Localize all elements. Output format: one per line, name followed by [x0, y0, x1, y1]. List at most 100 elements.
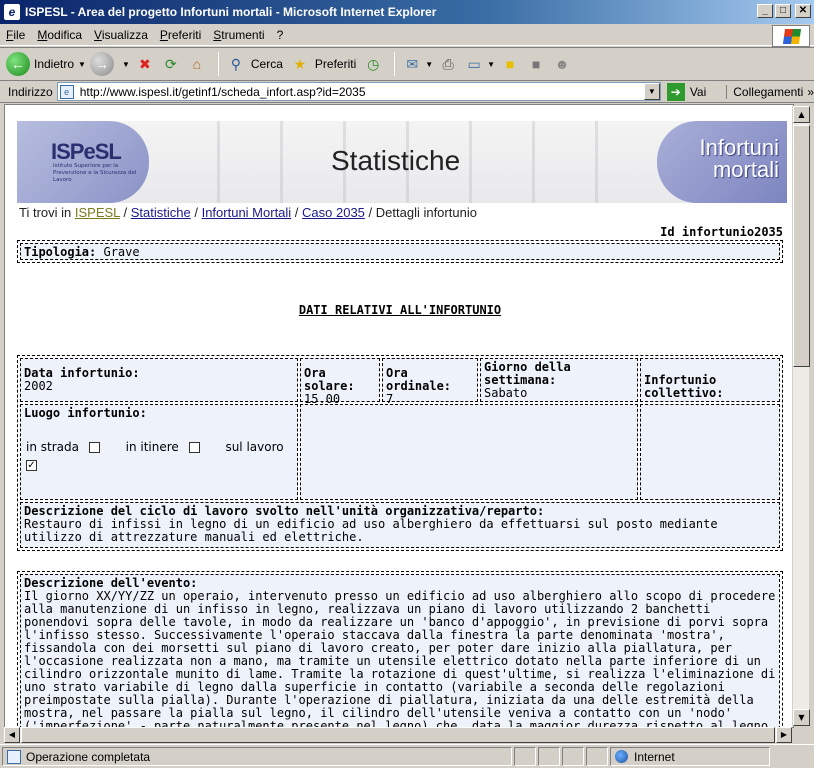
scroll-up-arrow-icon[interactable]: ▲ [793, 106, 810, 123]
search-icon: ⚲ [230, 56, 241, 72]
scroll-right-arrow-icon[interactable]: ▶ [776, 727, 792, 743]
status-slot [586, 747, 608, 766]
giorno-cell: Giorno della settimana: Sabato [480, 358, 638, 402]
menu-preferiti[interactable]: Preferiti [160, 28, 201, 42]
luogo-strada-label: in strada [26, 440, 79, 454]
forward-dropdown-icon[interactable]: ▼ [122, 60, 130, 69]
badge-line-2: mortali [712, 157, 779, 182]
horizontal-scroll-thumb[interactable] [21, 727, 775, 743]
scroll-left-arrow-icon[interactable]: ◀ [4, 727, 20, 743]
research-icon[interactable]: ■ [525, 53, 547, 75]
menu-file[interactable]: File [6, 28, 25, 42]
status-message: Operazione completata [2, 747, 512, 766]
mail-icon[interactable]: ✉ [401, 53, 423, 75]
ie-app-icon[interactable]: e [4, 4, 20, 20]
data-infortunio-value: 2002 [24, 379, 53, 393]
home-icon[interactable]: ⌂ [186, 53, 208, 75]
maximize-button[interactable]: □ [775, 4, 791, 18]
address-label: Indirizzo [8, 84, 53, 99]
ora-ordinale-label: Ora ordinale: [386, 366, 452, 393]
mail-dropdown-icon[interactable]: ▼ [425, 60, 433, 69]
ciclo-lavoro-value: Restauro di infissi in legno di un edifi… [24, 517, 718, 544]
logo-text: ISPeSL [51, 139, 122, 164]
address-dropdown-icon[interactable]: ▼ [643, 83, 660, 100]
breadcrumb-link-infortuni[interactable]: Infortuni Mortali [202, 205, 292, 220]
collettivo-label: Infortunio collettivo: [644, 373, 724, 400]
breadcrumb-link-ispesl[interactable]: ISPESL [75, 205, 120, 220]
messenger-icon[interactable]: ☻ [551, 53, 573, 75]
edit-icon[interactable]: ▭ [463, 53, 485, 75]
banner-title: Statistiche [331, 145, 461, 176]
luogo-strada-checkbox[interactable] [88, 442, 100, 453]
infortuni-badge: Infortuni mortali [657, 121, 787, 203]
luogo-lavoro-checkbox[interactable]: ✓ [26, 460, 37, 471]
stop-icon[interactable]: ✖ [134, 53, 156, 75]
go-button[interactable]: ➔ Vai [666, 82, 707, 101]
status-slot [562, 747, 584, 766]
data-infortunio-label: Data infortunio: [24, 366, 140, 380]
window-title-bar[interactable]: e ISPESL - Area del progetto Infortuni m… [0, 0, 814, 24]
zone-label: Internet [634, 749, 675, 764]
links-chevron-icon[interactable]: » [807, 85, 814, 99]
status-bar: Operazione completata Internet [0, 744, 814, 768]
badge-line-1: Infortuni [699, 135, 780, 160]
breadcrumb-current: Dettagli infortunio [375, 205, 477, 220]
history-icon[interactable]: ◷ [362, 53, 384, 75]
back-button[interactable]: ← Indietro [6, 52, 74, 76]
tipologia-box: Tipologia: Grave [17, 240, 783, 263]
refresh-icon[interactable]: ⟳ [160, 53, 182, 75]
discuss-icon[interactable]: ■ [499, 53, 521, 75]
go-label: Vai [689, 84, 707, 99]
ispesl-logo[interactable]: ISPeSL Istituto Superiore per la Prevenz… [17, 121, 149, 203]
close-button[interactable]: ✕ [795, 4, 811, 18]
links-label[interactable]: Collegamenti [726, 84, 803, 99]
window-controls: _ □ ✕ [757, 4, 811, 18]
evento-value: Il giorno XX/YY/ZZ un operaio, intervenu… [24, 589, 776, 728]
logo-subtitle: Istituto Superiore per la Prevenzione e … [53, 163, 137, 183]
horizontal-scrollbar[interactable]: ◀ ▶ [4, 727, 792, 743]
infortunio-data-table: Data infortunio: 2002 Ora solare: 15.00 … [17, 355, 783, 551]
collettivo-cell: Infortunio collettivo: [640, 358, 780, 402]
luogo-cell: Luogo infortunio: in strada in itinere s… [20, 404, 298, 500]
record-id-value: 2035 [754, 225, 783, 239]
breadcrumb-link-caso[interactable]: Caso 2035 [302, 205, 365, 220]
breadcrumb-prefix: Ti trovi in [19, 205, 72, 220]
windows-logo-icon [772, 25, 810, 47]
security-zone: Internet [610, 747, 770, 766]
back-label: Indietro [34, 57, 75, 71]
tipologia-value: Grave [103, 245, 140, 259]
menu-visualizza[interactable]: Visualizza [94, 28, 148, 42]
search-button[interactable]: ⚲ Cerca [225, 53, 283, 75]
edit-dropdown-icon[interactable]: ▼ [487, 60, 495, 69]
window-title: ISPESL - Area del progetto Infortuni mor… [25, 5, 437, 19]
menu-bar: File Modifica Visualizza Preferiti Strum… [0, 24, 814, 46]
page-icon: e [59, 84, 74, 99]
menu-strumenti[interactable]: Strumenti [213, 28, 264, 42]
ora-solare-label: Ora solare: [304, 366, 355, 393]
favorites-button[interactable]: ★ Preferiti [289, 53, 357, 75]
ciclo-lavoro-cell: Descrizione del ciclo di lavoro svolto n… [20, 502, 780, 548]
forward-button[interactable]: → [89, 52, 118, 76]
menu-help[interactable]: ? [277, 28, 284, 42]
page-banner: ISPeSL Istituto Superiore per la Prevenz… [17, 121, 787, 203]
back-dropdown-icon[interactable]: ▼ [78, 60, 86, 69]
address-input[interactable]: e http://www.ispesl.it/getinf1/scheda_in… [56, 82, 661, 101]
favorites-label: Preferiti [314, 57, 357, 71]
go-arrow-icon: ➔ [666, 82, 685, 101]
section-title: DATI RELATIVI ALL'INFORTUNIO [298, 303, 502, 317]
scroll-down-arrow-icon[interactable]: ▼ [793, 709, 810, 726]
search-label: Cerca [250, 57, 283, 71]
address-url: http://www.ispesl.it/getinf1/scheda_info… [79, 84, 366, 99]
breadcrumb-link-statistiche[interactable]: Statistiche [131, 205, 191, 220]
address-bar: Indirizzo e http://www.ispesl.it/getinf1… [0, 81, 814, 103]
record-id-label: Id infortunio [660, 225, 755, 239]
luogo-itinere-checkbox[interactable] [188, 442, 200, 453]
empty-cell-right [640, 404, 780, 500]
menu-modifica[interactable]: Modifica [37, 28, 82, 42]
vertical-scroll-thumb[interactable] [793, 125, 810, 367]
data-infortunio-cell: Data infortunio: 2002 [20, 358, 298, 402]
print-icon[interactable]: ⎙ [437, 53, 459, 75]
vertical-scrollbar[interactable]: ▲ ▼ [792, 106, 810, 726]
forward-arrow-icon: → [89, 52, 114, 76]
minimize-button[interactable]: _ [757, 4, 773, 18]
